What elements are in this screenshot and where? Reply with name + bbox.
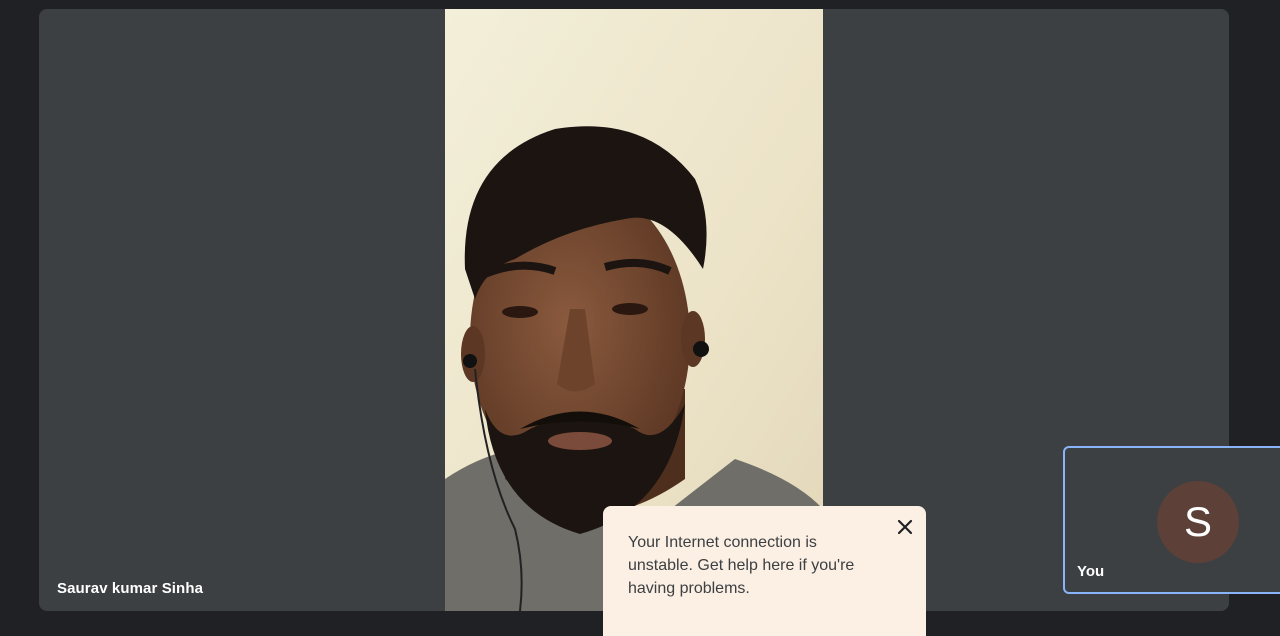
participant-name: Saurav kumar Sinha [57,580,204,597]
self-label: You [1077,563,1105,580]
avatar: S [1157,481,1239,563]
connection-warning-toast: Your Internet connection is unstable. Ge… [603,506,926,636]
close-icon[interactable] [894,516,916,538]
toast-message[interactable]: Your Internet connection is unstable. Ge… [628,531,886,600]
self-view-tile[interactable]: S You [1063,446,1280,594]
